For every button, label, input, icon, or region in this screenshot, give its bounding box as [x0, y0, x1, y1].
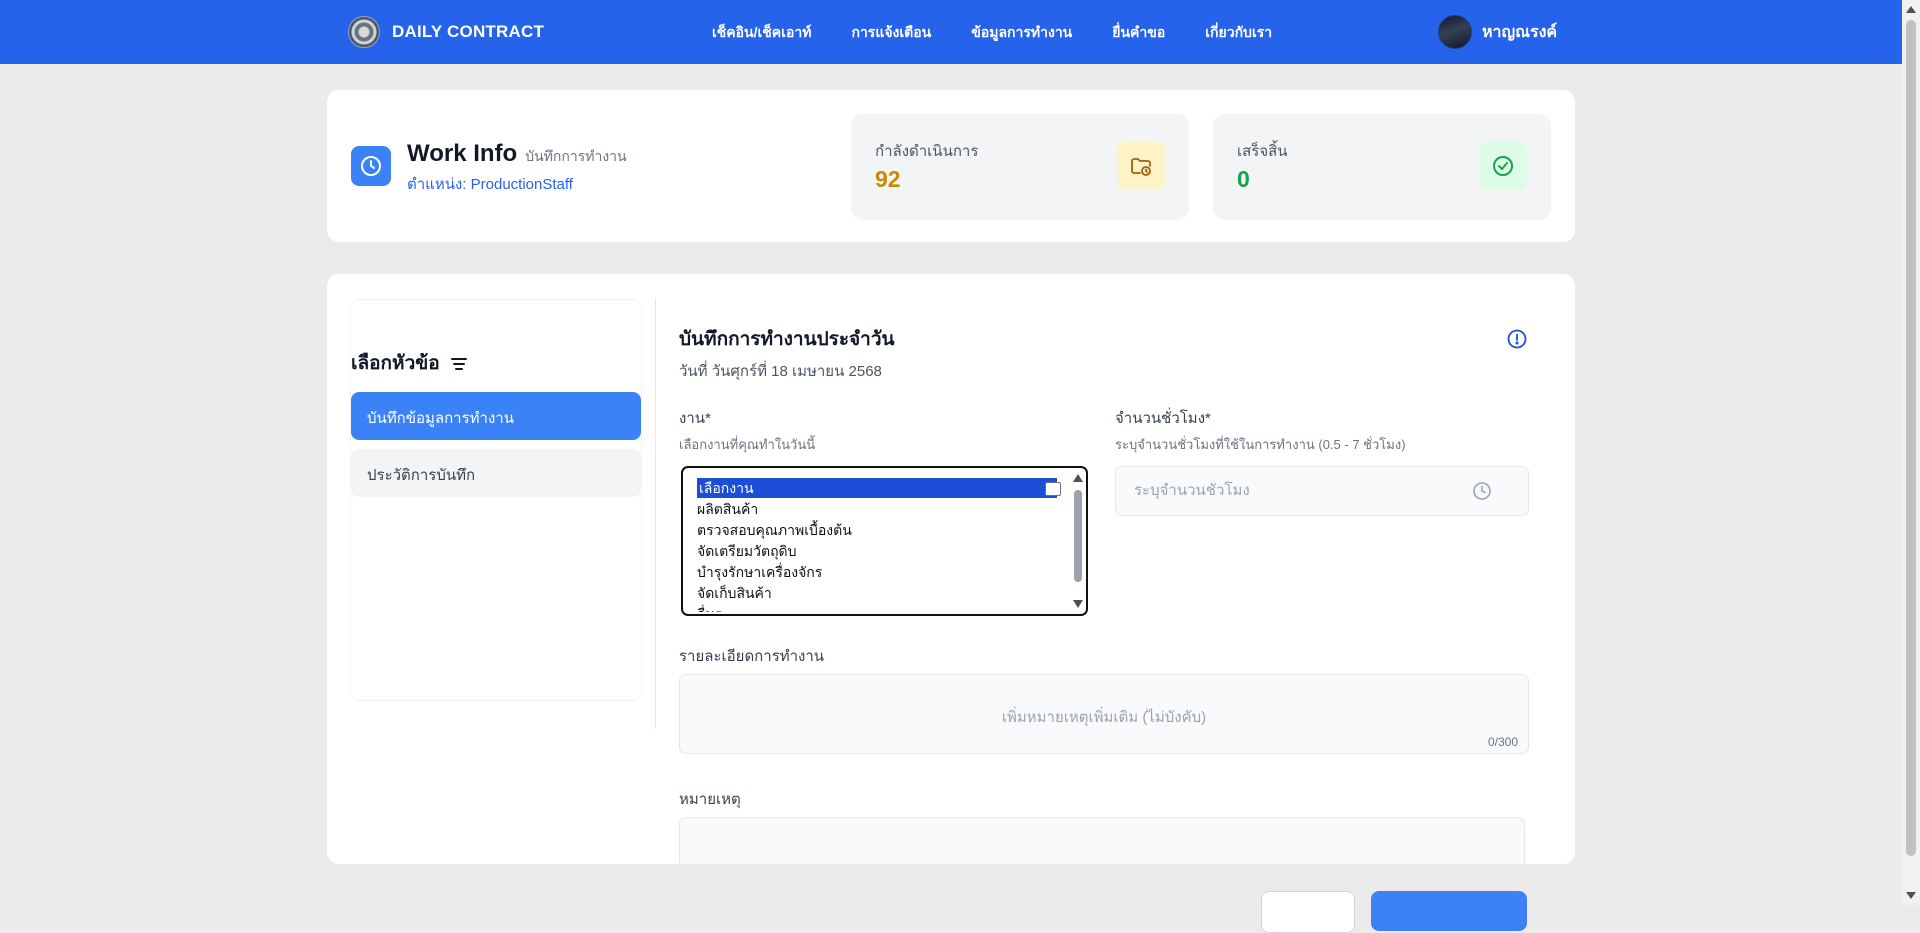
hours-help: ระบุจำนวนชั่วโมงที่ใช้ในการทำงาน (0.5 - … [1115, 437, 1406, 452]
job-label: งาน* [679, 410, 711, 427]
scroll-up-arrow-icon[interactable] [1906, 6, 1916, 13]
page-scrollbar[interactable] [1902, 0, 1920, 905]
form-date: วันที่ วันศุกร์ที่ 18 เมษายน 2568 [679, 363, 882, 380]
scrollbar-thumb[interactable] [1906, 20, 1916, 856]
calendar-icon [1045, 482, 1061, 496]
nav-link-requests[interactable]: ยื่นคำขอ [1112, 22, 1165, 44]
note-label: หมายเหตุ [679, 791, 741, 808]
sidebar-item-history[interactable]: ประวัติการบันทึก [351, 449, 641, 497]
stat-label: เสร็จสิ้น [1237, 143, 1288, 160]
sidebar: เลือกหัวข้อ บันทึกข้อมูลการทำงาน ประวัติ… [350, 299, 642, 701]
stat-value: 92 [875, 166, 901, 192]
brand-name: DAILY CONTRACT [392, 22, 545, 41]
page-title: Work Info [407, 140, 518, 167]
job-option[interactable]: ตรวจสอบคุณภาพเบื้องต้น [697, 520, 852, 540]
title-row: Work Info บันทึกการทำงาน [407, 140, 627, 168]
clock-icon [1473, 482, 1491, 500]
nav-link-about[interactable]: เกี่ยวกับเรา [1205, 22, 1272, 44]
clock-icon [351, 146, 391, 186]
filter-lines-icon [450, 358, 467, 370]
avatar [1438, 15, 1472, 49]
stat-card-in-progress: กำลังดำเนินการ 92 [851, 114, 1189, 220]
note-field[interactable] [679, 817, 1525, 864]
top-navbar: DAILY CONTRACT เช็คอิน/เช็คเอาท์ การแจ้ง… [0, 0, 1902, 64]
brand[interactable]: DAILY CONTRACT [348, 16, 544, 48]
details-label: รายละเอียดการทำงาน [679, 648, 825, 665]
page-subtitle: บันทึกการทำงาน [525, 148, 627, 164]
sidebar-title: เลือกหัวข้อ [351, 348, 468, 378]
nav-links: เช็คอิน/เช็คเอาท์ การแจ้งเตือน ข้อมูลการ… [712, 22, 1272, 44]
job-select-listbox[interactable]: เลือกงาน ผลิตสินค้า ตรวจสอบคุณภาพเบื้องต… [681, 466, 1088, 616]
details-textarea[interactable] [680, 675, 1528, 753]
header-card: Work Info บันทึกการทำงาน ตำแหน่ง: Produc… [327, 90, 1575, 242]
scroll-down-arrow-icon[interactable] [1073, 600, 1083, 608]
sidebar-item-record-work[interactable]: บันทึกข้อมูลการทำงาน [351, 392, 641, 440]
stat-value: 0 [1237, 166, 1250, 192]
nav-link-checkin[interactable]: เช็คอิน/เช็คเอาท์ [712, 22, 811, 44]
job-option[interactable]: บำรุงรักษาเครื่องจักร [697, 562, 822, 582]
save-button[interactable] [1371, 891, 1527, 931]
stat-card-completed: เสร็จสิ้น 0 [1213, 114, 1551, 220]
job-option[interactable]: ผลิตสินค้า [697, 499, 758, 519]
position-label: ตำแหน่ง: ProductionStaff [407, 176, 573, 193]
sidebar-title-text: เลือกหัวข้อ [351, 353, 440, 374]
nav-link-work-info[interactable]: ข้อมูลการทำงาน [971, 22, 1072, 44]
job-help: เลือกงานที่คุณทำในวันนี้ [679, 437, 816, 452]
nav-link-notifications[interactable]: การแจ้งเตือน [851, 22, 931, 44]
user-menu[interactable]: หาญณรงค์ [1438, 15, 1557, 49]
scroll-up-arrow-icon[interactable] [1073, 474, 1083, 482]
job-option[interactable]: เลือกงาน [697, 478, 1057, 498]
form-title: บันทึกการทำงานประจำวัน [679, 329, 895, 350]
listbox-scrollbar[interactable] [1072, 472, 1084, 612]
character-counter: 0/300 [1487, 735, 1518, 749]
hours-label: จำนวนชั่วโมง* [1115, 410, 1211, 427]
cancel-button[interactable] [1261, 891, 1355, 933]
divider [655, 299, 656, 729]
scroll-down-arrow-icon[interactable] [1906, 892, 1916, 899]
info-icon[interactable] [1507, 329, 1527, 349]
main-card: เลือกหัวข้อ บันทึกข้อมูลการทำงาน ประวัติ… [327, 274, 1575, 864]
hours-input[interactable] [1132, 481, 1456, 500]
brand-logo [348, 16, 380, 48]
job-option[interactable]: จัดเตรียมวัตถุดิบ [697, 541, 797, 561]
stat-label: กำลังดำเนินการ [875, 143, 979, 160]
folder-clock-icon [1117, 142, 1165, 190]
hours-field[interactable] [1115, 466, 1529, 516]
job-option[interactable]: จัดเก็บสินค้า [697, 583, 772, 603]
check-circle-icon [1479, 142, 1527, 190]
details-field[interactable]: 0/300 [679, 674, 1529, 754]
job-option[interactable]: อื่นๆ [697, 604, 723, 612]
user-name: หาญณรงค์ [1482, 23, 1558, 41]
listbox-scroll-thumb[interactable] [1074, 490, 1082, 582]
